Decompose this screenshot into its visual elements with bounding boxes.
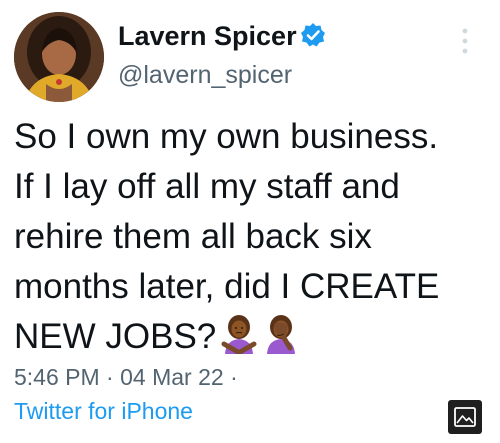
tweet-date: 04 Mar 22 [120,364,224,390]
more-vertical-icon[interactable] [458,26,472,56]
tweet-line: months later, did I CREATE [14,267,440,306]
tweet-line: So I own my own business. [14,117,439,156]
meta-separator: · [106,364,121,390]
avatar[interactable] [14,12,104,102]
avatar-image [14,12,104,102]
previous-tweet-cutoff: ​ [0,0,500,6]
tweet-line-last: NEW JOBS? [14,312,490,362]
user-handle[interactable]: @lavern_spicer [118,60,292,90]
meta-separator: · [230,364,238,390]
tweet-timestamp[interactable]: 5:46 PM · 04 Mar 22 · [14,362,238,392]
tweet-line: NEW JOBS? [14,317,217,356]
tweet-source-link[interactable]: Twitter for iPhone [14,396,193,426]
person-gesturing-no-icon [221,315,257,354]
tweet-time: 5:46 PM [14,364,100,390]
tweet-line: rehire them all back six [14,217,372,256]
image-icon [454,407,476,427]
display-name[interactable]: Lavern Spicer [118,20,297,52]
tweet-text: So I own my own business. If I lay off a… [14,112,490,362]
verified-badge-icon [301,23,325,47]
media-button[interactable] [448,400,482,434]
person-facepalming-icon [267,315,296,354]
tweet-line: If I lay off all my staff and [14,167,400,206]
